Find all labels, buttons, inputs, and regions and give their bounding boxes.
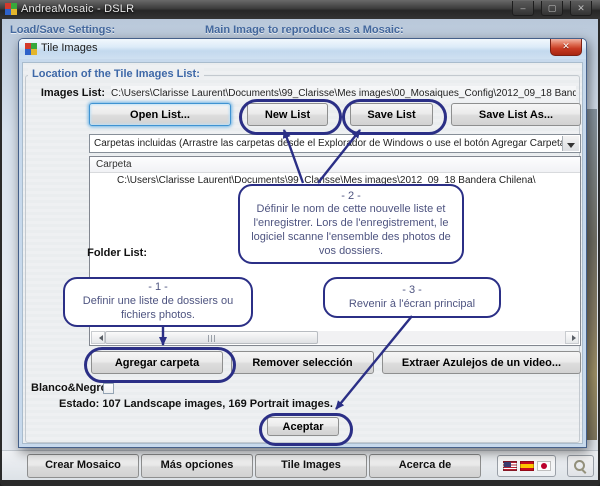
dialog-mosaic-icon — [25, 43, 37, 55]
bubble-2-text: Définir le nom de cette nouvelle liste e… — [246, 203, 456, 258]
open-list-button[interactable]: Open List... — [89, 103, 231, 126]
scroll-left-icon[interactable] — [91, 331, 105, 344]
dialog-title: Tile Images — [41, 42, 97, 54]
group-heading: Location of the Tile Images List: — [28, 68, 204, 80]
scrollbar-grip — [208, 335, 217, 342]
remover-seleccion-button[interactable]: Remover selección — [231, 351, 374, 374]
bubble-1-text: Definir une liste de dossiers ou fichier… — [71, 295, 245, 323]
main-titlebar: AndreaMosaic - DSLR – ▢ ✕ — [0, 0, 600, 19]
dialog-close-icon[interactable]: ✕ — [550, 39, 582, 56]
background-photo-sliver — [586, 109, 597, 440]
dialog-body: Location of the Tile Images List: Images… — [19, 59, 586, 447]
aceptar-button[interactable]: Aceptar — [267, 417, 339, 436]
bubble-2-number: - 2 - — [246, 190, 456, 204]
scrollbar-thumb[interactable] — [105, 331, 318, 344]
blanco-negro-label: Blanco&Negro: — [31, 382, 111, 394]
horizontal-scrollbar[interactable] — [91, 331, 579, 344]
blanco-negro-checkbox[interactable] — [103, 383, 114, 394]
included-folders-dropdown[interactable]: Carpetas incluidas (Arrastre las carpeta… — [89, 134, 581, 153]
images-list-label: Images List: — [31, 87, 105, 99]
acerca-de-button[interactable]: Acerca de — [369, 454, 481, 478]
save-list-button[interactable]: Save List — [350, 103, 433, 126]
save-list-as-button[interactable]: Save List As... — [451, 103, 581, 126]
callout-bubble-3: - 3 - Revenir à l'écran principal — [323, 277, 501, 318]
search-button[interactable] — [567, 455, 594, 477]
extraer-azulejos-button[interactable]: Extraer Azulejos de un video... — [382, 351, 581, 374]
status-value: 107 Landscape images, 169 Portrait image… — [102, 398, 333, 410]
dropdown-selected-value: Carpetas incluidas (Arrastre las carpeta… — [94, 138, 569, 149]
bubble-3-text: Revenir à l'écran principal — [331, 298, 493, 312]
window-controls: – ▢ ✕ — [512, 1, 592, 16]
spain-flag-icon — [520, 461, 534, 471]
crear-mosaico-button[interactable]: Crear Mosaico — [27, 454, 139, 478]
new-list-button[interactable]: New List — [247, 103, 328, 126]
magnifier-icon — [574, 460, 585, 471]
dialog-titlebar: Tile Images ✕ — [19, 39, 586, 60]
chevron-down-icon[interactable] — [562, 136, 579, 151]
callout-bubble-1: - 1 - Definir une liste de dossiers ou f… — [63, 277, 253, 327]
app-mosaic-icon — [5, 3, 17, 15]
bubble-1-number: - 1 - — [71, 281, 245, 295]
scroll-right-icon[interactable] — [565, 331, 579, 344]
status-line: Estado: 107 Landscape images, 169 Portra… — [59, 398, 333, 410]
maximize-icon[interactable]: ▢ — [541, 1, 563, 16]
load-save-settings-heading: Load/Save Settings: — [10, 24, 115, 36]
folder-list-label: Folder List: — [31, 247, 147, 259]
minimize-icon[interactable]: – — [512, 1, 534, 16]
callout-bubble-2: - 2 - Définir le nom de cette nouvelle l… — [238, 184, 464, 264]
bubble-3-number: - 3 - — [331, 284, 493, 298]
agregar-carpeta-button[interactable]: Agregar carpeta — [91, 351, 223, 374]
us-flag-icon — [503, 461, 517, 471]
close-window-icon[interactable]: ✕ — [570, 1, 592, 16]
tile-images-dialog: Tile Images ✕ Location of the Tile Image… — [18, 38, 587, 448]
status-label: Estado: — [59, 398, 99, 410]
mas-opciones-button[interactable]: Más opciones — [141, 454, 253, 478]
language-flags-button[interactable] — [497, 455, 556, 477]
window-title: AndreaMosaic - DSLR — [21, 3, 134, 15]
japan-flag-icon — [537, 461, 551, 471]
bottom-toolbar: Crear Mosaico Más opciones Tile Images A… — [2, 450, 598, 480]
images-list-path: C:\Users\Clarisse Laurent\Documents\99_C… — [111, 86, 576, 102]
main-image-heading: Main Image to reproduce as a Mosaic: — [205, 24, 404, 36]
carpeta-column-header[interactable]: Carpeta — [90, 157, 580, 173]
tile-images-button[interactable]: Tile Images — [255, 454, 367, 478]
